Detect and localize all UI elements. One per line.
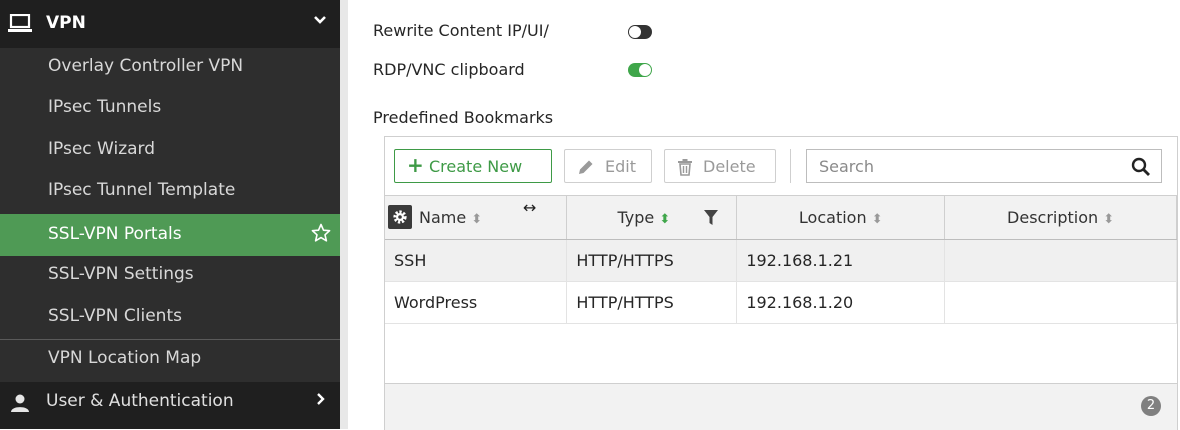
cell-description — [944, 239, 1177, 282]
table-footer: 2 — [385, 383, 1177, 430]
sidebar-item-label: SSL-VPN Portals — [48, 224, 182, 244]
sidebar-item-ipsec-wizard[interactable]: IPsec Wizard — [0, 131, 340, 171]
column-header-text: Type — [617, 208, 655, 227]
sidebar-section-label: User & Authentication — [46, 391, 234, 411]
sidebar-item-ipsec-tunnels[interactable]: IPsec Tunnels — [0, 89, 340, 129]
column-header-label: Location ⬍ — [737, 208, 944, 227]
column-header-type[interactable]: Type ⬍ — [566, 195, 738, 240]
delete-label: Delete — [703, 157, 756, 176]
table-empty-area — [385, 323, 1177, 383]
main-content: Rewrite Content IP/UI/ RDP/VNC clipboard… — [348, 0, 1180, 430]
edit-button[interactable]: Edit — [564, 149, 652, 183]
edit-label: Edit — [605, 157, 636, 176]
cell-type: HTTP/HTTPS — [566, 239, 738, 282]
chevron-down-icon — [312, 12, 328, 33]
cell-name: WordPress — [385, 281, 568, 324]
sidebar-item-ipsec-tunnel-template[interactable]: IPsec Tunnel Template — [0, 172, 340, 212]
sidebar-section-label: VPN — [46, 13, 86, 33]
sidebar: VPN Overlay Controller VPN IPsec Tunnels… — [0, 0, 340, 429]
predefined-bookmarks-title: Predefined Bookmarks — [373, 108, 554, 127]
toolbar-separator — [790, 149, 791, 183]
search-icon[interactable] — [1131, 157, 1151, 181]
cell-location: 192.168.1.20 — [736, 281, 946, 324]
delete-button[interactable]: Delete — [664, 149, 776, 183]
column-header-text: Name — [419, 208, 467, 227]
column-header-label: Name ⬍ — [419, 208, 482, 227]
sidebar-item-label: Overlay Controller VPN — [48, 56, 244, 76]
cell-description — [944, 281, 1177, 324]
sidebar-item-label: IPsec Tunnel Template — [48, 180, 236, 200]
sidebar-divider — [340, 0, 348, 429]
plus-icon: + — [407, 153, 424, 177]
sort-icon: ⬍ — [1103, 212, 1115, 227]
cell-type: HTTP/HTTPS — [566, 281, 738, 324]
table-row[interactable]: SSH HTTP/HTTPS 192.168.1.21 — [385, 239, 1177, 282]
cell-name: SSH — [385, 239, 568, 282]
rdp-clipboard-label: RDP/VNC clipboard — [373, 60, 525, 79]
column-header-label: Type ⬍ — [559, 208, 728, 227]
trash-icon — [677, 158, 693, 180]
resize-icon[interactable]: ↔ — [523, 198, 536, 217]
chevron-right-icon — [314, 391, 328, 412]
create-new-label: Create New — [429, 157, 523, 176]
toggle-knob — [639, 64, 651, 76]
sidebar-item-ssl-vpn-clients[interactable]: SSL-VPN Clients — [0, 298, 340, 338]
user-icon — [10, 393, 30, 418]
sidebar-item-label: VPN Location Map — [48, 348, 202, 368]
bookmarks-table: Name ⬍ ↔ Type ⬍ Location ⬍ Description ⬍ — [385, 195, 1177, 324]
sidebar-item-ssl-vpn-settings[interactable]: SSL-VPN Settings — [0, 256, 340, 296]
row-count-badge: 2 — [1141, 396, 1161, 416]
rewrite-content-label: Rewrite Content IP/UI/ — [373, 21, 549, 40]
create-new-button[interactable]: + Create New — [394, 149, 552, 183]
rdp-clipboard-toggle[interactable] — [628, 63, 652, 77]
sidebar-section-vpn[interactable]: VPN — [0, 0, 340, 48]
search-box — [806, 149, 1162, 183]
column-header-text: Description — [1007, 208, 1099, 227]
search-input[interactable] — [807, 150, 1129, 182]
bookmarks-panel: + Create New Edit Delete Search Name ⬍ ↔… — [384, 136, 1178, 430]
sort-icon: ⬍ — [871, 212, 883, 227]
column-header-text: Location — [798, 208, 867, 227]
sidebar-item-label: SSL-VPN Clients — [48, 306, 182, 326]
sidebar-item-overlay-controller-vpn[interactable]: Overlay Controller VPN — [0, 48, 340, 88]
sidebar-item-label: IPsec Wizard — [48, 139, 156, 159]
column-header-description[interactable]: Description ⬍ — [944, 195, 1177, 240]
sidebar-item-label: SSL-VPN Settings — [48, 264, 194, 284]
sidebar-item-label: IPsec Tunnels — [48, 97, 162, 117]
table-row[interactable]: WordPress HTTP/HTTPS 192.168.1.20 — [385, 281, 1177, 324]
sidebar-item-vpn-location-map[interactable]: VPN Location Map — [0, 339, 340, 379]
cell-location: 192.168.1.21 — [736, 239, 946, 282]
laptop-icon — [8, 13, 32, 39]
column-header-label: Description ⬍ — [945, 208, 1176, 227]
sidebar-item-ssl-vpn-portals[interactable]: SSL-VPN Portals — [0, 214, 340, 256]
pencil-icon — [577, 158, 595, 180]
sort-icon: ⬍ — [471, 212, 483, 227]
table-header-row: Name ⬍ ↔ Type ⬍ Location ⬍ Description ⬍ — [385, 195, 1177, 240]
rewrite-content-toggle[interactable] — [628, 25, 652, 39]
sort-icon: ⬍ — [659, 212, 671, 227]
gear-icon[interactable] — [388, 205, 412, 229]
star-icon[interactable] — [311, 223, 331, 248]
column-header-location[interactable]: Location ⬍ — [736, 195, 946, 240]
filter-icon[interactable] — [704, 210, 719, 230]
toggle-knob — [629, 26, 641, 38]
sidebar-section-user-authentication[interactable]: User & Authentication — [0, 382, 340, 429]
bookmarks-toolbar: + Create New Edit Delete — [385, 137, 1177, 195]
column-header-name[interactable]: Name ⬍ ↔ — [385, 195, 568, 240]
